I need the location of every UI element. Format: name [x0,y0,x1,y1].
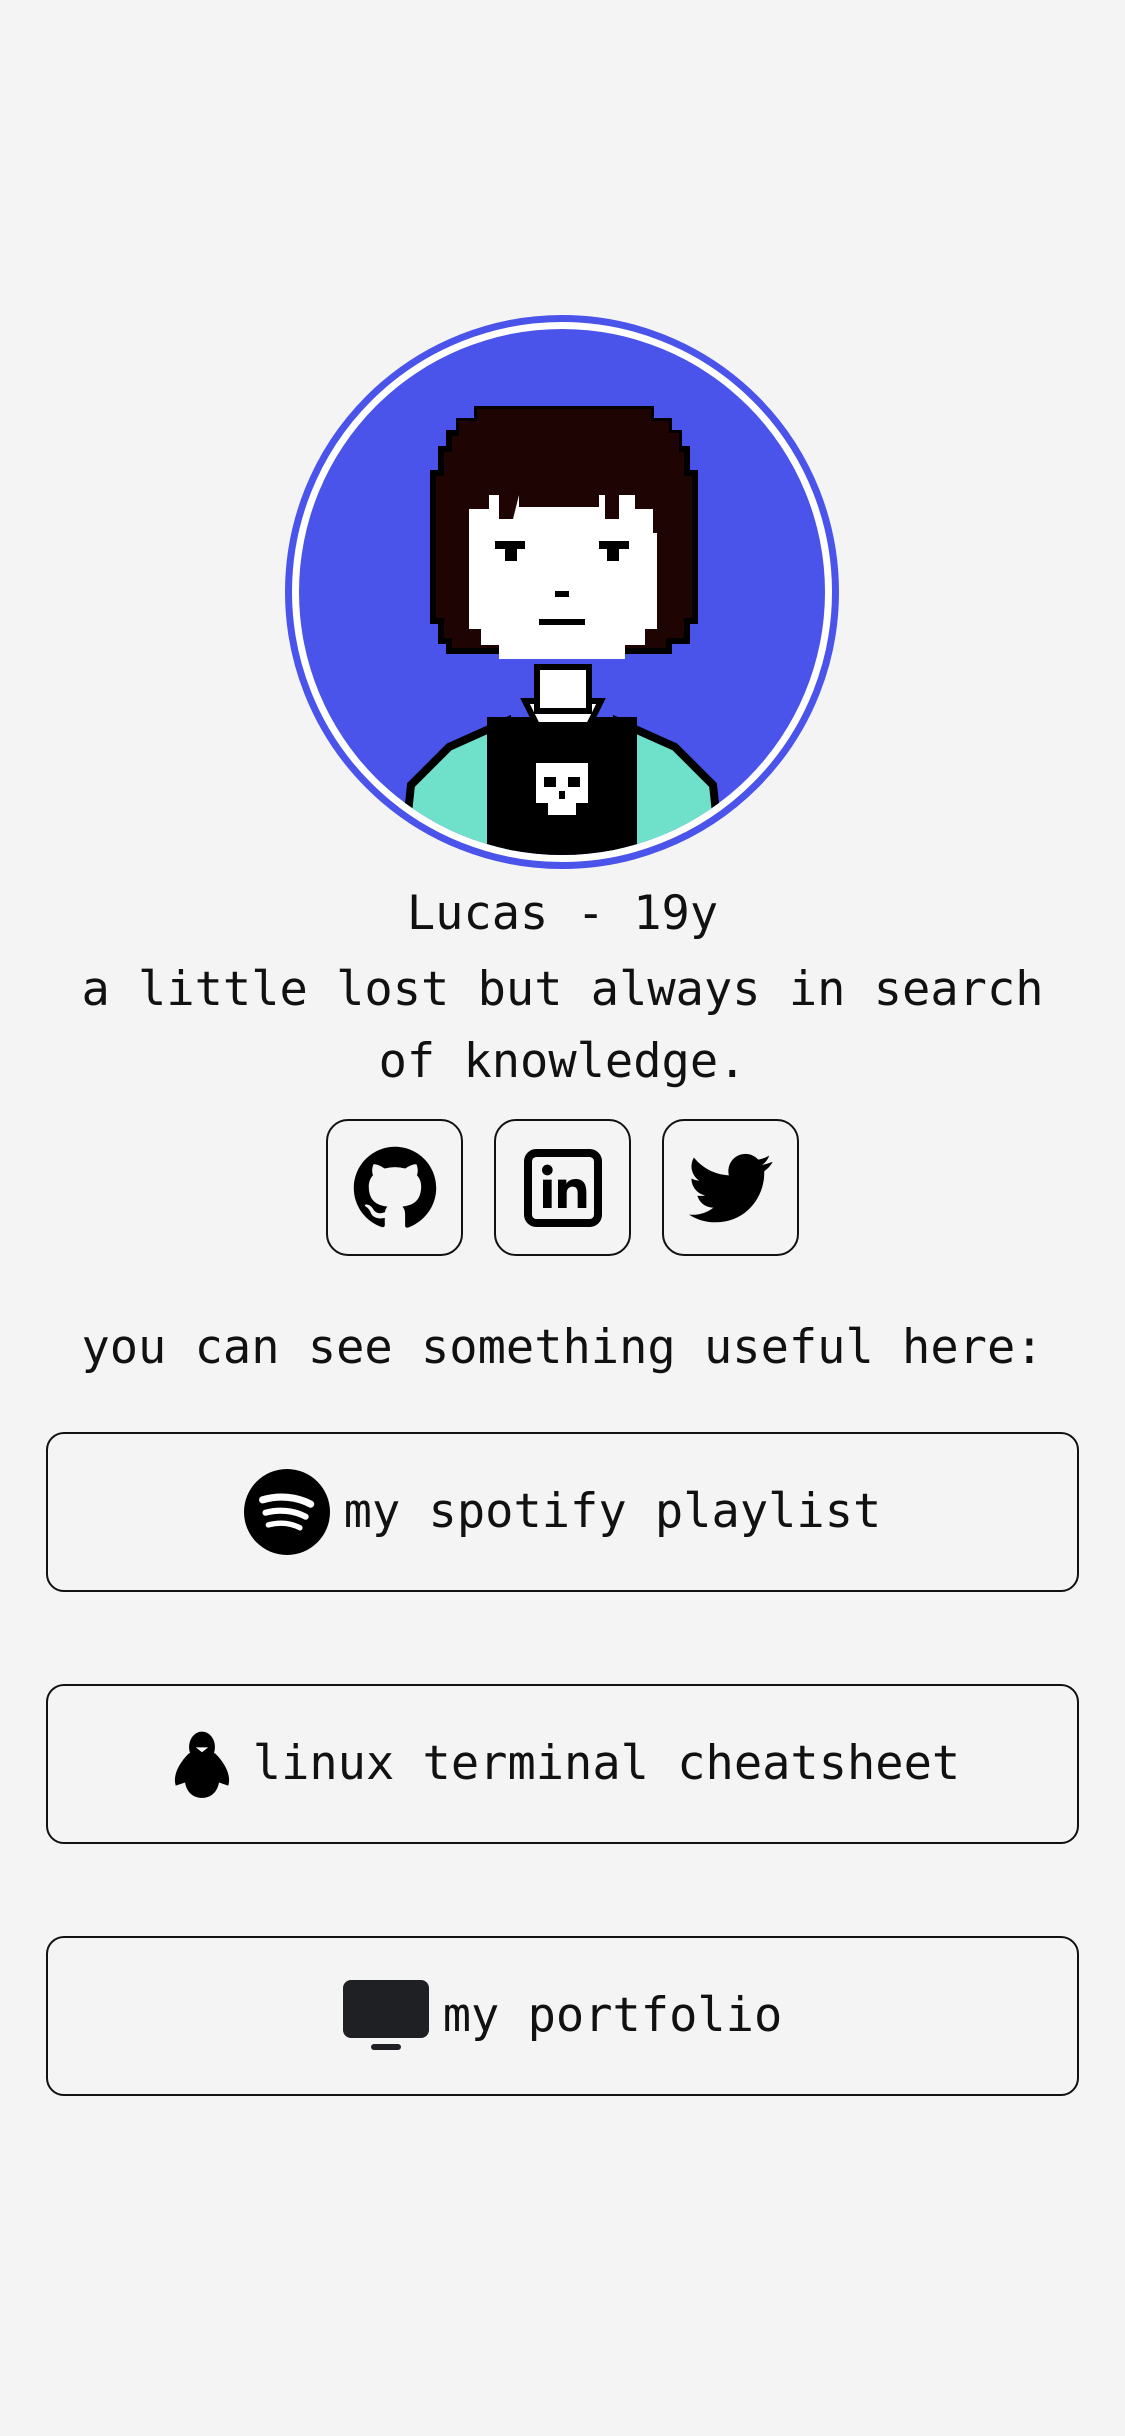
avatar-illustration [299,329,825,855]
spotify-playlist-label: my spotify playlist [343,1484,882,1539]
spotify-playlist-button[interactable]: my spotify playlist [46,1432,1079,1592]
portfolio-label: my portfolio [442,1988,783,2043]
twitter-button[interactable] [662,1119,799,1256]
github-icon [353,1146,436,1228]
linux-tux-icon [165,1727,239,1801]
linux-cheatsheet-label: linux terminal cheatsheet [252,1736,961,1791]
linux-cheatsheet-button[interactable]: linux terminal cheatsheet [46,1684,1079,1844]
spotify-icon [243,1469,330,1555]
github-button[interactable] [326,1119,463,1256]
pixel-art-avatar-icon [399,406,725,855]
profile-name: Lucas - 19y [406,886,719,941]
profile-avatar [285,315,839,869]
monitor-icon [342,1980,429,2052]
section-heading: you can see something useful here: [81,1320,1044,1375]
social-links [326,1119,800,1257]
linkedin-button[interactable] [494,1119,631,1256]
twitter-icon [688,1153,773,1222]
profile-bio: a little lost but always in search of kn… [81,962,1044,1089]
portfolio-button[interactable]: my portfolio [46,1936,1079,2096]
linkedin-icon [523,1148,602,1227]
